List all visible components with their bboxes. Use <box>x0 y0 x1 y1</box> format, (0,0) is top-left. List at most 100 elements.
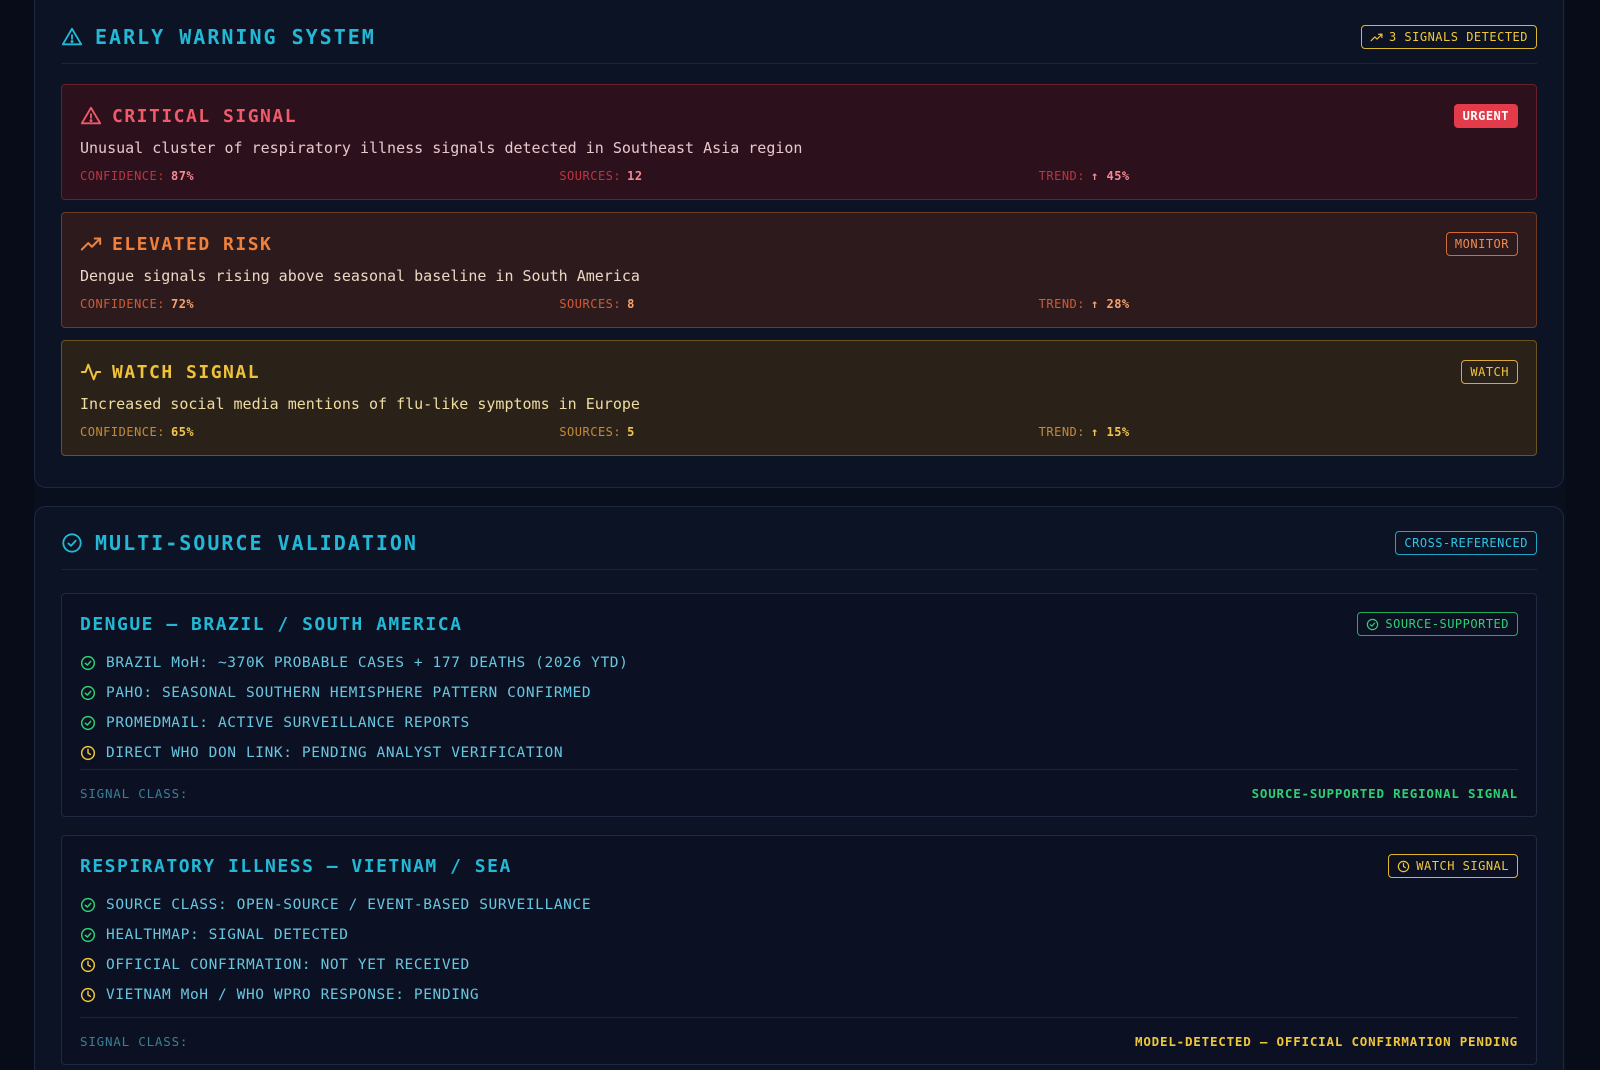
monitor-badge: MONITOR <box>1445 232 1518 256</box>
confidence-value: 87% <box>170 169 195 183</box>
list-item-text: DIRECT WHO DON LINK: PENDING ANALYST VER… <box>106 745 564 761</box>
alert-metrics: CONFIDENCE: 65% SOURCES: 5 TREND: ↑ 15% <box>80 425 1518 439</box>
sources-metric: SOURCES: 12 <box>559 169 1038 183</box>
activity-pulse-icon <box>80 361 102 383</box>
alert-title: CRITICAL SIGNAL <box>112 105 298 127</box>
sources-value: 5 <box>627 425 635 439</box>
validation-card-respiratory[interactable]: RESPIRATORY ILLNESS — VIETNAM / SEA WATC… <box>61 835 1537 1065</box>
confidence-metric: CONFIDENCE: 65% <box>80 425 559 439</box>
sources-value: 12 <box>627 169 643 183</box>
watch-badge: WATCH <box>1461 360 1518 384</box>
sources-metric: SOURCES: 5 <box>559 425 1038 439</box>
warning-triangle-icon <box>80 105 102 127</box>
list-item-text: PAHO: SEASONAL SOUTHERN HEMISPHERE PATTE… <box>106 685 592 701</box>
check-circle-icon <box>80 685 96 701</box>
list-item: OFFICIAL CONFIRMATION: NOT YET RECEIVED <box>80 950 591 980</box>
list-item-text: HEALTHMAP: SIGNAL DETECTED <box>106 927 349 943</box>
page-edge-left <box>0 0 34 1070</box>
source-supported-label: SOURCE-SUPPORTED <box>1385 617 1509 631</box>
warning-triangle-icon <box>61 26 83 48</box>
signal-class-value: SOURCE-SUPPORTED REGIONAL SIGNAL <box>1251 785 1518 801</box>
sources-metric: SOURCES: 8 <box>559 297 1038 311</box>
trend-label: TREND: <box>1038 169 1086 183</box>
alert-metrics: CONFIDENCE: 72% SOURCES: 8 TREND: ↑ 28% <box>80 297 1518 311</box>
list-item: PAHO: SEASONAL SOUTHERN HEMISPHERE PATTE… <box>80 678 628 708</box>
validation-card-dengue[interactable]: DENGUE — BRAZIL / SOUTH AMERICA SOURCE-S… <box>61 593 1537 817</box>
signals-detected-label: 3 SIGNALS DETECTED <box>1388 30 1528 44</box>
trend-value: ↑ 28% <box>1091 297 1130 311</box>
signal-class-row: SIGNAL CLASS: SOURCE-SUPPORTED REGIONAL … <box>80 769 1518 816</box>
alert-description: Dengue signals rising above seasonal bas… <box>80 267 640 285</box>
list-item: HEALTHMAP: SIGNAL DETECTED <box>80 920 591 950</box>
signal-class-label: SIGNAL CLASS: <box>80 1033 189 1049</box>
clock-icon <box>80 957 96 973</box>
alert-title: ELEVATED RISK <box>112 233 273 255</box>
watch-signal-badge: WATCH SIGNAL <box>1388 854 1518 878</box>
alert-metrics: CONFIDENCE: 87% SOURCES: 12 TREND: ↑ 45% <box>80 169 1518 183</box>
trend-metric: TREND: ↑ 15% <box>1039 425 1518 439</box>
list-item-text: VIETNAM MoH / WHO WPRO RESPONSE: PENDING <box>106 987 480 1003</box>
trend-label: TREND: <box>1038 297 1086 311</box>
check-circle-icon <box>80 897 96 913</box>
trend-value: ↑ 45% <box>1091 169 1130 183</box>
clock-icon <box>80 745 96 761</box>
early-warning-title: EARLY WARNING SYSTEM <box>95 25 376 49</box>
sources-label: SOURCES: <box>559 297 622 311</box>
confidence-label: CONFIDENCE: <box>80 297 165 311</box>
sources-label: SOURCES: <box>559 169 622 183</box>
alert-card-elevated[interactable]: ELEVATED RISK MONITOR Dengue signals ris… <box>61 212 1537 328</box>
cross-referenced-badge: CROSS-REFERENCED <box>1395 531 1537 555</box>
page-edge-right <box>1566 0 1600 1070</box>
alert-description: Unusual cluster of respiratory illness s… <box>80 139 803 157</box>
trending-up-icon <box>1370 33 1383 41</box>
signals-detected-badge: 3 SIGNALS DETECTED <box>1360 25 1537 49</box>
early-warning-header: EARLY WARNING SYSTEM 3 SIGNALS DETECTED <box>61 11 1537 64</box>
watch-signal-label: WATCH SIGNAL <box>1416 859 1509 873</box>
confidence-value: 72% <box>170 297 195 311</box>
validation-card-title: RESPIRATORY ILLNESS — VIETNAM / SEA <box>80 855 512 877</box>
sources-value: 8 <box>627 297 635 311</box>
alert-description: Increased social media mentions of flu-l… <box>80 395 640 413</box>
trending-up-icon <box>80 233 102 255</box>
confidence-label: CONFIDENCE: <box>80 169 165 183</box>
validation-card-title: DENGUE — BRAZIL / SOUTH AMERICA <box>80 613 463 635</box>
trend-metric: TREND: ↑ 28% <box>1039 297 1518 311</box>
validation-source-list: SOURCE CLASS: OPEN-SOURCE / EVENT-BASED … <box>80 890 591 1010</box>
check-circle-icon <box>61 532 83 554</box>
alert-card-critical[interactable]: CRITICAL SIGNAL URGENT Unusual cluster o… <box>61 84 1537 200</box>
check-circle-icon <box>80 655 96 671</box>
signal-class-value: MODEL-DETECTED — OFFICIAL CONFIRMATION P… <box>1135 1033 1518 1049</box>
source-supported-badge: SOURCE-SUPPORTED <box>1357 612 1518 636</box>
urgent-badge: URGENT <box>1453 104 1518 128</box>
check-circle-icon <box>80 927 96 943</box>
alert-title: WATCH SIGNAL <box>112 361 261 383</box>
early-warning-panel: EARLY WARNING SYSTEM 3 SIGNALS DETECTED … <box>34 0 1564 488</box>
confidence-metric: CONFIDENCE: 72% <box>80 297 559 311</box>
multi-source-validation-panel: MULTI-SOURCE VALIDATION CROSS-REFERENCED… <box>34 506 1564 1070</box>
signal-class-row: SIGNAL CLASS: MODEL-DETECTED — OFFICIAL … <box>80 1017 1518 1064</box>
confidence-label: CONFIDENCE: <box>80 425 165 439</box>
list-item-text: OFFICIAL CONFIRMATION: NOT YET RECEIVED <box>106 957 470 973</box>
list-item: VIETNAM MoH / WHO WPRO RESPONSE: PENDING <box>80 980 591 1010</box>
check-circle-icon <box>80 715 96 731</box>
validation-source-list: BRAZIL MoH: ~370K PROBABLE CASES + 177 D… <box>80 648 628 768</box>
list-item: DIRECT WHO DON LINK: PENDING ANALYST VER… <box>80 738 628 768</box>
signal-class-label: SIGNAL CLASS: <box>80 785 189 801</box>
validation-header: MULTI-SOURCE VALIDATION CROSS-REFERENCED <box>61 517 1537 570</box>
list-item-text: BRAZIL MoH: ~370K PROBABLE CASES + 177 D… <box>106 655 629 671</box>
sources-label: SOURCES: <box>559 425 622 439</box>
confidence-metric: CONFIDENCE: 87% <box>80 169 559 183</box>
validation-title: MULTI-SOURCE VALIDATION <box>95 531 418 555</box>
list-item-text: SOURCE CLASS: OPEN-SOURCE / EVENT-BASED … <box>106 897 592 913</box>
alert-card-watch[interactable]: WATCH SIGNAL WATCH Increased social medi… <box>61 340 1537 456</box>
list-item: SOURCE CLASS: OPEN-SOURCE / EVENT-BASED … <box>80 890 591 920</box>
confidence-value: 65% <box>170 425 195 439</box>
list-item: PROMEDMAIL: ACTIVE SURVEILLANCE REPORTS <box>80 708 628 738</box>
trend-metric: TREND: ↑ 45% <box>1039 169 1518 183</box>
clock-icon <box>80 987 96 1003</box>
trend-label: TREND: <box>1038 425 1086 439</box>
clock-icon <box>1398 860 1410 872</box>
list-item: BRAZIL MoH: ~370K PROBABLE CASES + 177 D… <box>80 648 628 678</box>
list-item-text: PROMEDMAIL: ACTIVE SURVEILLANCE REPORTS <box>106 715 470 731</box>
trend-value: ↑ 15% <box>1091 425 1130 439</box>
